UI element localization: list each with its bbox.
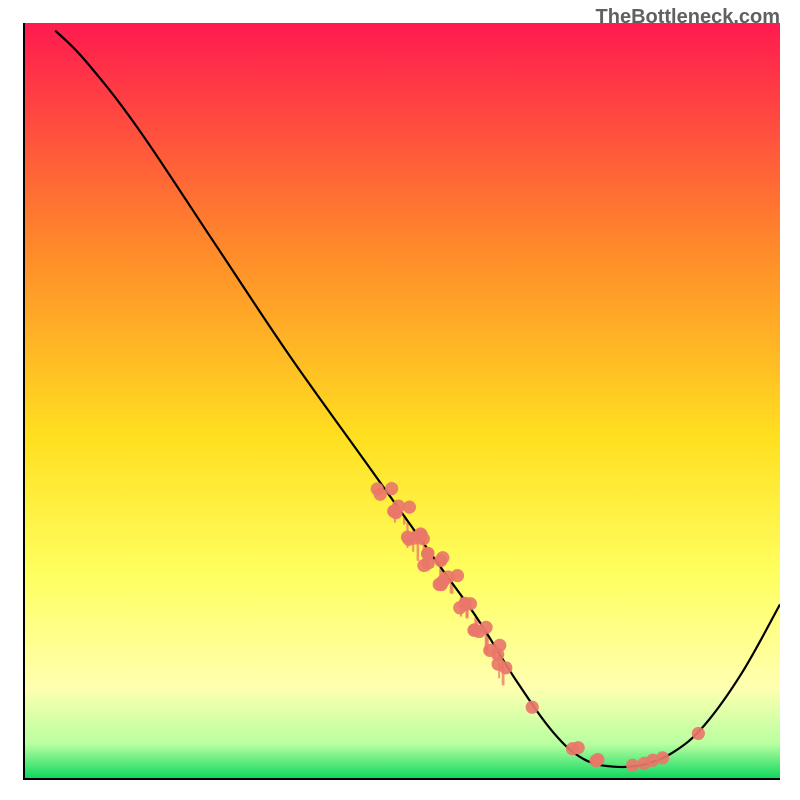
data-point xyxy=(417,559,430,572)
data-point xyxy=(374,488,387,501)
data-point xyxy=(479,621,492,634)
data-point xyxy=(464,597,477,610)
data-point xyxy=(692,727,705,740)
data-point xyxy=(526,701,539,714)
data-point xyxy=(626,759,639,772)
data-point xyxy=(385,482,398,495)
chart-svg xyxy=(25,23,780,778)
data-point xyxy=(421,547,434,560)
data-point xyxy=(499,661,512,674)
data-point xyxy=(656,751,669,764)
data-point xyxy=(572,741,585,754)
chart-background xyxy=(25,23,780,778)
data-point xyxy=(401,531,414,544)
chart-container: TheBottleneck.com xyxy=(0,0,800,800)
data-point xyxy=(483,644,496,657)
data-point xyxy=(468,623,481,636)
data-point xyxy=(435,578,448,591)
data-point xyxy=(436,551,449,564)
data-point xyxy=(589,754,602,767)
plot-area xyxy=(23,23,780,780)
data-point xyxy=(392,500,405,513)
